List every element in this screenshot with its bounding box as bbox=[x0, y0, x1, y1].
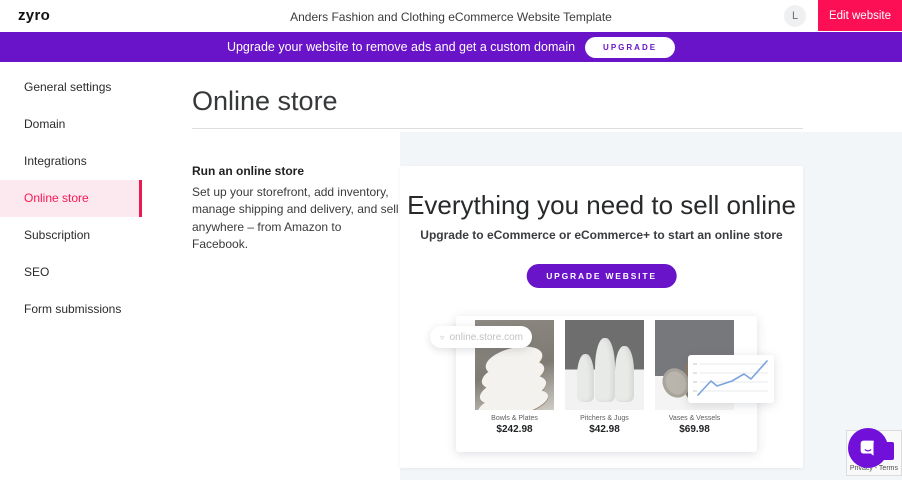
shopping-cart-icon bbox=[439, 331, 445, 344]
sidebar-item-integrations[interactable]: Integrations bbox=[0, 143, 142, 180]
page-title: Online store bbox=[192, 86, 338, 117]
chat-launcher-button[interactable] bbox=[848, 428, 888, 468]
section-description: Set up your storefront, add inventory, m… bbox=[192, 184, 400, 254]
upgrade-website-button[interactable]: UPGRADE WEBSITE bbox=[526, 264, 677, 288]
card-heading: Everything you need to sell online bbox=[400, 190, 803, 221]
store-url-text: online.store.com bbox=[450, 332, 523, 343]
edit-website-button[interactable]: Edit website bbox=[818, 0, 902, 31]
title-divider bbox=[192, 128, 803, 129]
sidebar-item-subscription[interactable]: Subscription bbox=[0, 217, 142, 254]
banner-message: Upgrade your website to remove ads and g… bbox=[227, 40, 575, 54]
chart-line bbox=[698, 361, 767, 395]
top-header: zyro Anders Fashion and Clothing eCommer… bbox=[0, 0, 902, 32]
product-item: Pitchers & Jugs $42.98 bbox=[565, 320, 644, 435]
product-photo-jugs bbox=[565, 320, 644, 410]
product-price: $69.98 bbox=[655, 424, 734, 435]
upgrade-banner: Upgrade your website to remove ads and g… bbox=[0, 32, 902, 62]
user-avatar[interactable]: L bbox=[784, 5, 806, 27]
product-name: Vases & Vessels bbox=[655, 415, 734, 422]
site-template-title: Anders Fashion and Clothing eCommerce We… bbox=[0, 10, 902, 24]
settings-sidebar: General settings Domain Integrations Onl… bbox=[0, 62, 142, 480]
banner-upgrade-button[interactable]: UPGRADE bbox=[585, 37, 675, 58]
sidebar-item-general-settings[interactable]: General settings bbox=[0, 69, 142, 106]
sales-chart-card bbox=[688, 355, 774, 403]
ecommerce-upsell-card: Everything you need to sell online Upgra… bbox=[400, 166, 803, 468]
sidebar-item-seo[interactable]: SEO bbox=[0, 254, 142, 291]
app-window: zyro Anders Fashion and Clothing eCommer… bbox=[0, 0, 902, 480]
product-name: Pitchers & Jugs bbox=[565, 415, 644, 422]
product-price: $242.98 bbox=[475, 424, 554, 435]
product-price: $42.98 bbox=[565, 424, 644, 435]
product-name: Bowls & Plates bbox=[475, 415, 554, 422]
section-heading: Run an online store bbox=[192, 164, 304, 178]
sales-line-chart bbox=[688, 355, 774, 403]
sidebar-item-online-store[interactable]: Online store bbox=[0, 180, 142, 217]
sidebar-item-domain[interactable]: Domain bbox=[0, 106, 142, 143]
store-url-pill: online.store.com bbox=[430, 326, 532, 348]
sidebar-item-form-submissions[interactable]: Form submissions bbox=[0, 291, 142, 328]
chat-bubble-icon bbox=[857, 437, 879, 459]
card-subheading: Upgrade to eCommerce or eCommerce+ to st… bbox=[400, 228, 803, 242]
